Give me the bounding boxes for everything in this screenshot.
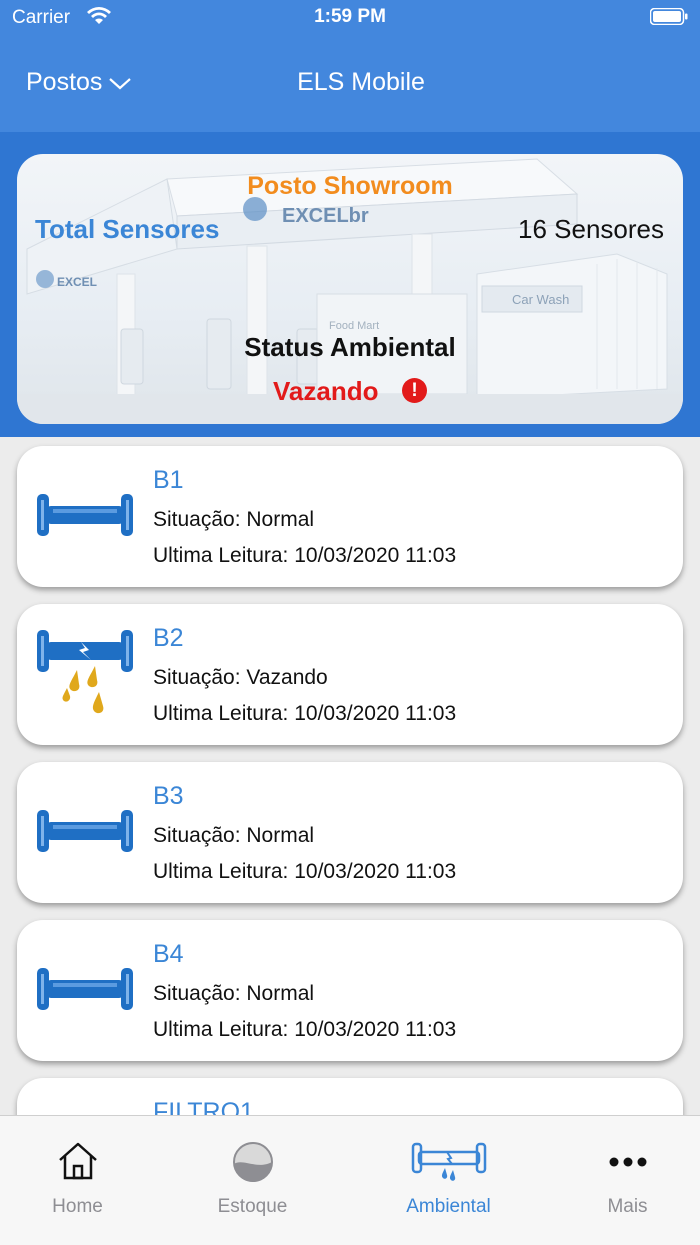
svg-text:EXCEL: EXCEL (57, 275, 97, 289)
sensor-card-b1[interactable]: B1 Situação: Normal Ultima Leitura: 10/0… (17, 446, 683, 587)
sensor-list: B1 Situação: Normal Ultima Leitura: 10/0… (0, 437, 700, 1115)
status-time: 1:59 PM (314, 6, 386, 27)
alert-icon: ! (402, 378, 427, 403)
sensor-situation: Situação: Vazando (153, 666, 328, 689)
sensor-situation: Situação: Normal (153, 982, 315, 1005)
sensor-last-reading: Ultima Leitura: 10/03/2020 11:03 (153, 860, 457, 883)
battery-icon (650, 8, 688, 25)
tab-ambiental[interactable]: Ambiental (361, 1116, 536, 1245)
app-title: ELS Mobile (297, 68, 425, 96)
total-sensors-label: Total Sensores (35, 214, 220, 244)
sensor-card-b3[interactable]: B3 Situação: Normal Ultima Leitura: 10/0… (17, 762, 683, 903)
sensor-name: B1 (153, 466, 184, 494)
sensor-name: B3 (153, 782, 184, 810)
environmental-status-label: Status Ambiental (244, 332, 456, 362)
top-bar: Carrier 1:59 PM Postos ELS Mobile (0, 0, 700, 132)
pipe-icon (37, 810, 133, 852)
sensor-name: B2 (153, 624, 184, 652)
tab-bar: Home Estoque Ambiental Mais (0, 1115, 700, 1245)
sensor-name: FILTRO1 (153, 1098, 254, 1115)
tab-estoque[interactable]: Estoque (165, 1116, 340, 1245)
tab-label: Estoque (217, 1196, 288, 1217)
sensor-card-b4[interactable]: B4 Situação: Normal Ultima Leitura: 10/0… (17, 920, 683, 1061)
environmental-status-value: Vazando (273, 376, 379, 406)
more-icon (609, 1157, 646, 1167)
tab-label: Ambiental (406, 1196, 491, 1217)
sensor-situation: Situação: Normal (153, 824, 315, 847)
pipe-icon (37, 494, 133, 536)
tab-home[interactable]: Home (0, 1116, 165, 1245)
banner-area: EXCELbr EXCEL Food Mart Car Wash Posto S… (0, 132, 700, 437)
food-mart-text: Food Mart (329, 320, 379, 332)
total-sensors-value: 16 Sensores (518, 214, 664, 244)
leaking-pipe-icon (37, 630, 133, 714)
tab-mais[interactable]: Mais (540, 1116, 700, 1245)
sensor-situation: Situação: Normal (153, 508, 315, 531)
tank-gauge-icon (232, 1142, 273, 1183)
home-icon (58, 1142, 97, 1180)
sensor-last-reading: Ultima Leitura: 10/03/2020 11:03 (153, 1018, 457, 1041)
sensor-card-b2[interactable]: B2 Situação: Vazando Ultima Leitura: 10/… (17, 604, 683, 745)
car-wash-text: Car Wash (512, 292, 569, 307)
tab-label: Home (52, 1196, 103, 1217)
sensor-name: B4 (153, 940, 184, 968)
sensor-last-reading: Ultima Leitura: 10/03/2020 11:03 (153, 544, 457, 567)
station-banner: EXCELbr EXCEL Food Mart Car Wash Posto S… (17, 154, 683, 424)
pipe-icon (37, 968, 133, 1010)
brand-text: EXCELbr (282, 205, 369, 227)
sensor-card-filtro1[interactable]: FILTRO1 (17, 1078, 683, 1115)
station-name: Posto Showroom (247, 172, 453, 200)
tab-label: Mais (607, 1196, 648, 1217)
pipe-icon (411, 1142, 486, 1181)
sensor-last-reading: Ultima Leitura: 10/03/2020 11:03 (153, 702, 457, 725)
